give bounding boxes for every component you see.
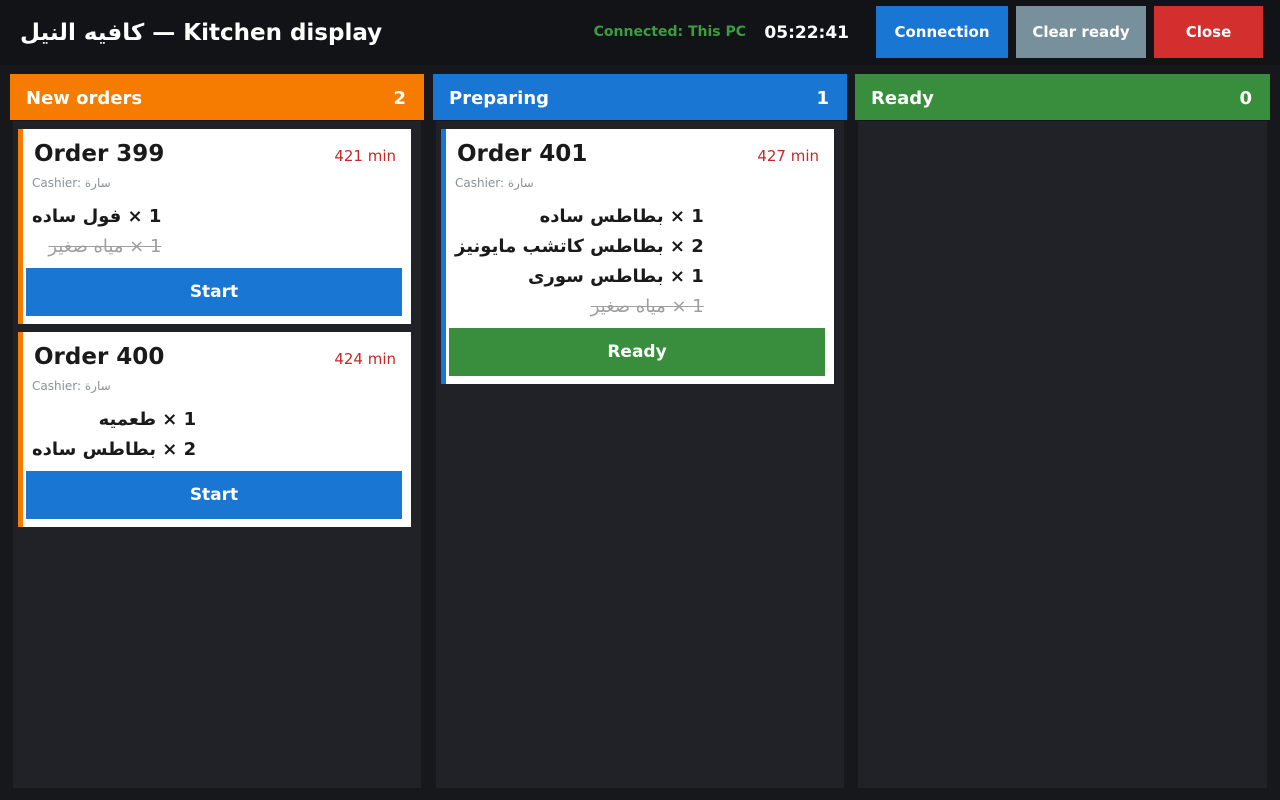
ready-button[interactable]: Ready bbox=[449, 328, 825, 376]
elapsed-time: 427 min bbox=[757, 147, 819, 165]
column-header: New orders 2 bbox=[10, 74, 424, 120]
column-preparing: Preparing 1 Order 401 427 min Cashier: س… bbox=[433, 74, 847, 788]
column-body[interactable] bbox=[858, 121, 1267, 788]
order-item: 2 × بطاطس كاتشب مايونيز bbox=[455, 236, 704, 257]
column-title: Preparing bbox=[449, 87, 550, 109]
cashier-label: Cashier: سارة bbox=[455, 176, 534, 190]
start-button[interactable]: Start bbox=[26, 268, 402, 316]
order-card: Order 400 424 min Cashier: سارة 1 × طعمي… bbox=[18, 332, 411, 527]
column-count: 2 bbox=[393, 87, 406, 109]
close-button[interactable]: Close bbox=[1154, 6, 1263, 58]
card-accent bbox=[441, 129, 446, 384]
elapsed-time: 424 min bbox=[334, 350, 396, 368]
column-ready: Ready 0 bbox=[855, 74, 1270, 788]
item-list: 1 × طعميه 2 × بطاطس ساده bbox=[32, 405, 196, 465]
card-accent bbox=[18, 332, 23, 527]
order-item: 1 × بطاطس سورى bbox=[528, 266, 704, 287]
card-accent bbox=[18, 129, 23, 324]
cashier-label: Cashier: سارة bbox=[32, 176, 111, 190]
order-item: 1 × فول ساده bbox=[32, 206, 162, 227]
app-title: كافيه النيل — Kitchen display bbox=[20, 20, 383, 46]
order-card: Order 401 427 min Cashier: سارة 1 × بطاط… bbox=[441, 129, 834, 384]
column-header: Ready 0 bbox=[855, 74, 1270, 120]
column-body[interactable]: Order 399 421 min Cashier: سارة 1 × فول … bbox=[13, 121, 421, 788]
order-title: Order 400 bbox=[34, 344, 165, 370]
order-item-done: 1 × مياه صغير bbox=[48, 236, 162, 257]
column-title: New orders bbox=[26, 87, 143, 109]
order-item-done: 1 × مياه صغير bbox=[590, 296, 704, 317]
order-item: 1 × بطاطس ساده bbox=[539, 206, 704, 227]
order-item: 2 × بطاطس ساده bbox=[32, 439, 197, 460]
column-new-orders: New orders 2 Order 399 421 min Cashier: … bbox=[10, 74, 424, 788]
column-count: 1 bbox=[816, 87, 829, 109]
connection-status: Connected: This PC bbox=[593, 24, 746, 40]
item-list: 1 × بطاطس ساده 2 × بطاطس كاتشب مايونيز 1… bbox=[455, 202, 704, 322]
start-button[interactable]: Start bbox=[26, 471, 402, 519]
clock: 05:22:41 bbox=[764, 23, 849, 43]
elapsed-time: 421 min bbox=[334, 147, 396, 165]
order-card: Order 399 421 min Cashier: سارة 1 × فول … bbox=[18, 129, 411, 324]
order-title: Order 401 bbox=[457, 141, 588, 167]
column-header: Preparing 1 bbox=[433, 74, 847, 120]
cashier-label: Cashier: سارة bbox=[32, 379, 111, 393]
column-title: Ready bbox=[871, 87, 934, 109]
top-bar: كافيه النيل — Kitchen display Connected:… bbox=[0, 0, 1280, 65]
order-title: Order 399 bbox=[34, 141, 165, 167]
column-count: 0 bbox=[1239, 87, 1252, 109]
connection-button[interactable]: Connection bbox=[876, 6, 1008, 58]
order-item: 1 × طعميه bbox=[98, 409, 197, 430]
column-body[interactable]: Order 401 427 min Cashier: سارة 1 × بطاط… bbox=[436, 121, 844, 788]
item-list: 1 × فول ساده 1 × مياه صغير bbox=[32, 202, 161, 262]
clear-ready-button[interactable]: Clear ready bbox=[1016, 6, 1146, 58]
